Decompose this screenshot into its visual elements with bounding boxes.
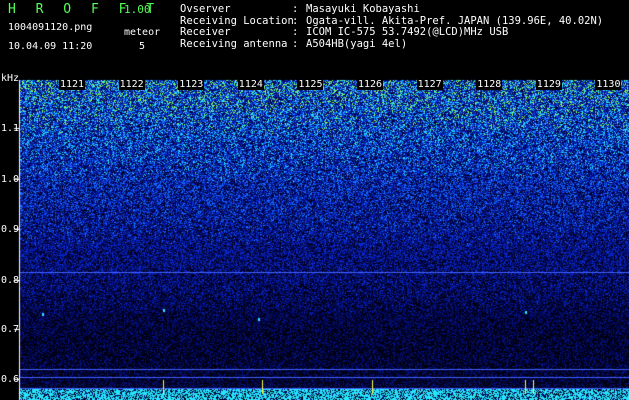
station-row-antenna: Receiving antenna: A504HB(yagi 4el) (180, 37, 408, 50)
y-label: 0.9 (1, 224, 20, 235)
minute-label: 1126 (357, 79, 384, 90)
minute-label: 1130 (595, 79, 622, 90)
y-label: 0.6 (1, 374, 20, 385)
meteor-label: meteor (124, 27, 161, 38)
minute-label: 1123 (178, 79, 205, 90)
minute-label: 1128 (476, 79, 503, 90)
spectrogram-canvas (0, 0, 629, 400)
station-info: Ovserver: Masayuki Kobayashi Receiving Lo… (180, 3, 603, 50)
minute-label: 1122 (118, 79, 145, 90)
unit-label: kHz (1, 73, 20, 84)
minute-label: 1121 (59, 79, 86, 90)
minute-label: 1129 (535, 79, 562, 90)
y-label: 1.0 (1, 174, 20, 185)
minute-label: 1125 (297, 79, 324, 90)
minute-label: 1124 (237, 79, 264, 90)
y-label: 0.7 (1, 324, 20, 335)
meteor-count: 5 (139, 41, 146, 52)
app-version: 1.00 (124, 3, 151, 16)
y-label: 0.8 (1, 275, 20, 286)
filename: 1004091120.png (8, 22, 93, 33)
y-label: 1.1 (1, 123, 20, 134)
datetime: 10.04.09 11:20 (8, 41, 93, 52)
minute-label: 1127 (416, 79, 443, 90)
